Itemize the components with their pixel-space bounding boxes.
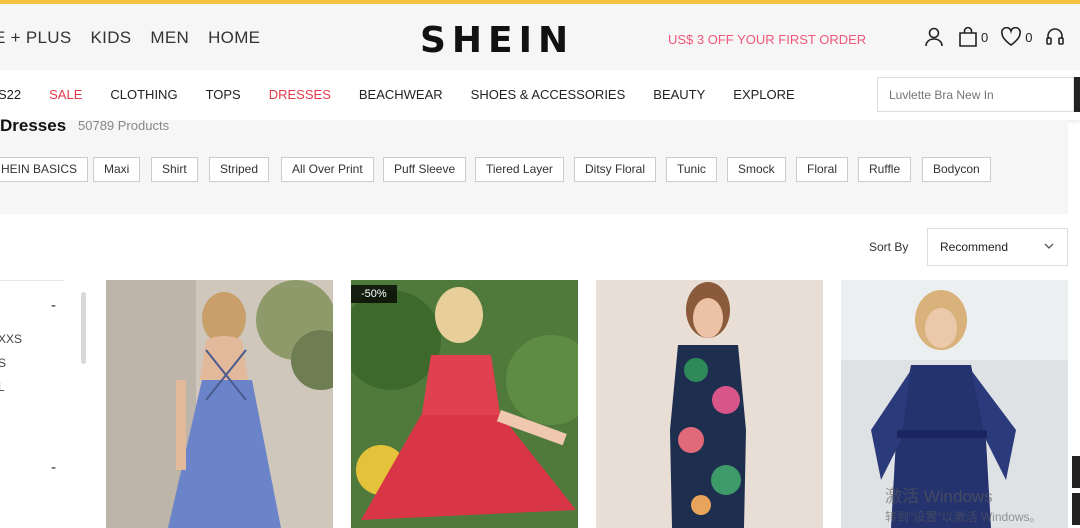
sidebar-divider (0, 280, 64, 281)
tag-shein-basics[interactable]: HEIN BASICS (0, 157, 89, 182)
top-nav-home[interactable]: HOME (208, 28, 260, 48)
tag-puff-sleeve[interactable]: Puff Sleeve (383, 157, 467, 182)
size-filter-collapse-button[interactable]: - (51, 297, 56, 314)
product-image (106, 280, 333, 528)
top-nav-plus[interactable]: E + PLUS (0, 28, 72, 48)
sidebar-scrollbar[interactable] (81, 292, 86, 364)
product-image (596, 280, 823, 528)
promo-banner[interactable]: US$ 3 OFF YOUR FIRST ORDER (668, 32, 866, 47)
tag-bodycon[interactable]: Bodycon (922, 157, 991, 182)
category-nav: S22 SALE CLOTHING TOPS DRESSES BEACHWEAR… (0, 87, 823, 102)
category-sale[interactable]: SALE (49, 87, 82, 102)
tag-smock[interactable]: Smock (727, 157, 786, 182)
product-card[interactable] (596, 280, 823, 528)
category-dresses[interactable]: DRESSES (269, 87, 331, 102)
search-input[interactable] (877, 77, 1074, 112)
category-bar: S22 SALE CLOTHING TOPS DRESSES BEACHWEAR… (0, 70, 1080, 120)
tag-floral[interactable]: Floral (796, 157, 849, 182)
category-tops[interactable]: TOPS (206, 87, 241, 102)
sort-label: Sort By (869, 240, 909, 254)
tag-tiered-layer[interactable]: Tiered Layer (475, 157, 564, 182)
top-nav: E + PLUS KIDS MEN HOME (0, 28, 260, 48)
category-s22[interactable]: S22 (0, 87, 21, 102)
category-shoes-accessories[interactable]: SHOES & ACCESSORIES (471, 87, 626, 102)
floating-action-button[interactable] (1072, 493, 1080, 525)
cart-count: 0 (981, 29, 989, 45)
size-option-s[interactable]: S (0, 356, 6, 370)
wishlist-count: 0 (1025, 29, 1033, 45)
sort-dropdown[interactable]: Recommend (927, 228, 1068, 266)
filter-collapse-button[interactable]: - (51, 459, 56, 476)
heart-icon (1001, 27, 1022, 46)
top-nav-kids[interactable]: KIDS (91, 28, 132, 48)
product-image (351, 280, 578, 528)
product-count: 50789 Products (78, 118, 170, 133)
floating-action-button[interactable] (1072, 456, 1080, 488)
product-card[interactable] (106, 280, 333, 528)
category-beauty[interactable]: BEAUTY (653, 87, 705, 102)
product-card[interactable] (351, 280, 578, 528)
tag-maxi[interactable]: Maxi (93, 157, 141, 182)
chevron-down-icon (1044, 243, 1054, 249)
windows-activation-watermark-sub: 转到"设置"以激活 Windows。 (885, 510, 1042, 524)
size-option-l[interactable]: L (0, 380, 5, 394)
headset-icon[interactable] (1045, 27, 1065, 47)
category-explore[interactable]: EXPLORE (733, 87, 794, 102)
tag-ruffle[interactable]: Ruffle (858, 157, 912, 182)
discount-badge: -50% (351, 285, 397, 303)
shein-dresses-page: E + PLUS KIDS MEN HOME SHEIN US$ 3 OFF Y… (0, 0, 1080, 528)
tag-shirt[interactable]: Shirt (151, 157, 198, 182)
category-beachwear[interactable]: BEACHWEAR (359, 87, 443, 102)
tag-all-over-print[interactable]: All Over Print (281, 157, 374, 182)
account-icon[interactable] (923, 26, 945, 48)
filter-panel: Dresses 50789 Products HEIN BASICS Maxi … (0, 116, 1068, 214)
tag-ditsy-floral[interactable]: Ditsy Floral (574, 157, 657, 182)
user-actions: 0 0 (923, 26, 1065, 48)
tag-striped[interactable]: Striped (209, 157, 270, 182)
wishlist-button[interactable]: 0 (1000, 27, 1032, 47)
shein-logo[interactable]: SHEIN (420, 20, 574, 61)
windows-activation-watermark: 激活 Windows (885, 487, 993, 506)
tag-tunic[interactable]: Tunic (666, 157, 717, 182)
shopping-bag-icon (959, 26, 977, 47)
cart-button[interactable]: 0 (958, 26, 988, 48)
top-nav-men[interactable]: MEN (150, 28, 189, 48)
page-title: Dresses (0, 116, 67, 135)
category-clothing[interactable]: CLOTHING (110, 87, 177, 102)
search-button[interactable] (1074, 77, 1080, 112)
sort-value: Recommend (940, 240, 1009, 254)
size-option-xxs[interactable]: XXS (0, 332, 22, 346)
top-header: E + PLUS KIDS MEN HOME SHEIN US$ 3 OFF Y… (0, 4, 1080, 70)
